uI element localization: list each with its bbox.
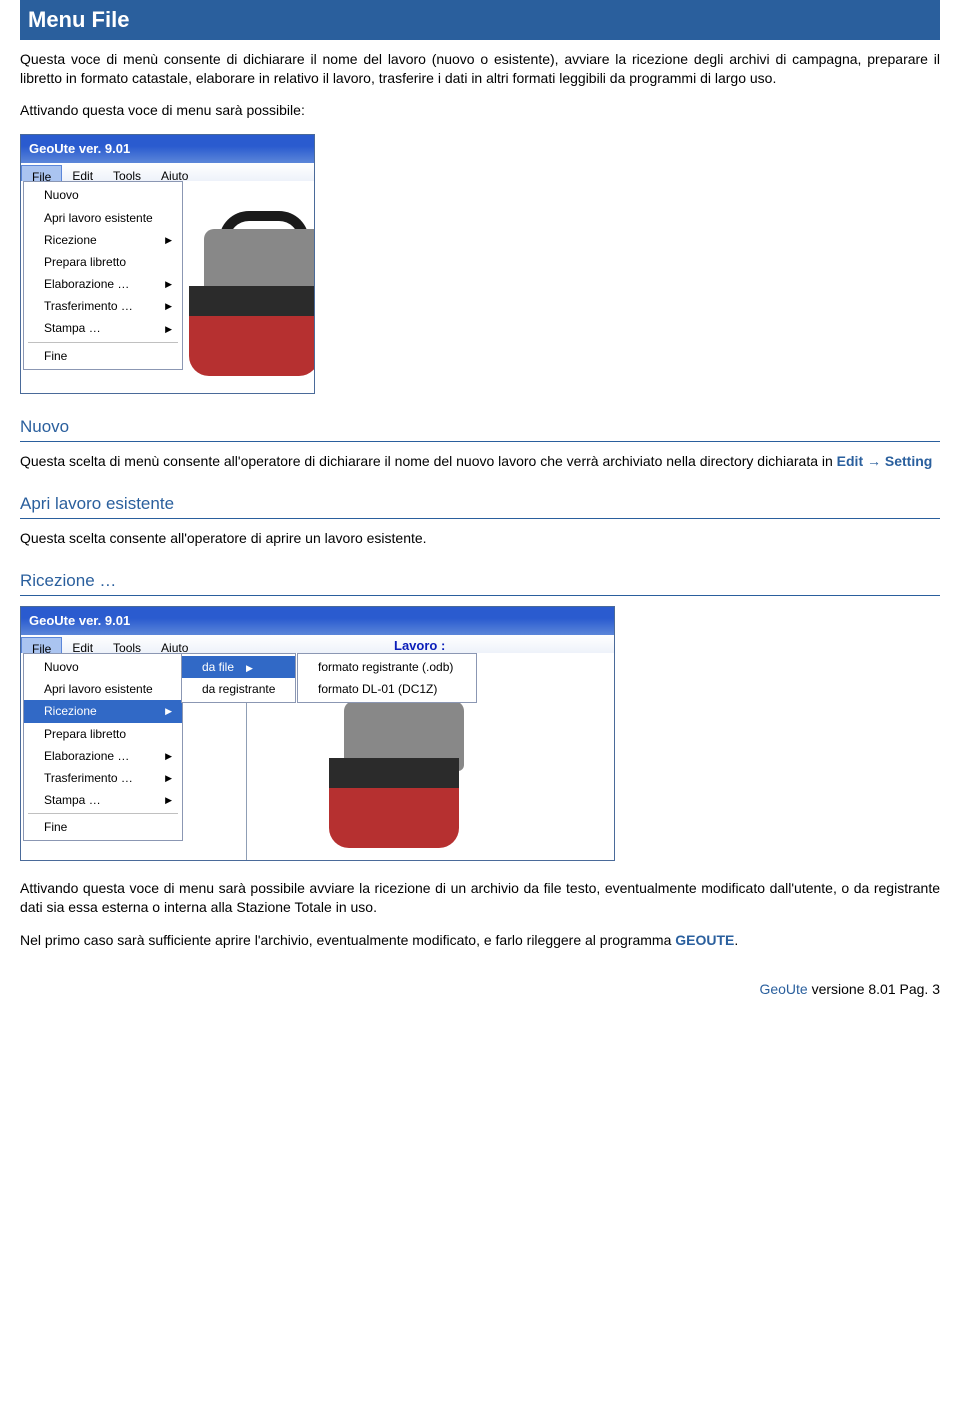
submenu-arrow-icon: ▶ [165, 705, 172, 717]
submenu-item-da-file[interactable]: da file ▶ [182, 656, 295, 678]
footer-rest: versione 8.01 Pag. 3 [808, 981, 940, 997]
submenu-item-odb[interactable]: formato registrante (.odb) [298, 656, 476, 678]
submenu-arrow-icon: ▶ [165, 794, 172, 806]
file-dropdown: Nuovo Apri lavoro esistente Ricezione ▶ P… [23, 653, 183, 842]
menu-item-apri[interactable]: Apri lavoro esistente [24, 207, 182, 229]
geoute-link: GEOUTE [675, 932, 734, 948]
ricezione-paragraph-1: Attivando questa voce di menu sarà possi… [20, 879, 940, 917]
menu-item-elaborazione-label: Elaborazione … [44, 748, 129, 764]
menu-item-stampa-label: Stampa … [44, 320, 101, 336]
submenu-arrow-icon: ▶ [246, 663, 253, 673]
menu-item-fine[interactable]: Fine [24, 816, 182, 838]
intro-paragraph-1: Questa voce di menù consente di dichiara… [20, 50, 940, 88]
footer-product: GeoUte [759, 981, 807, 997]
menu-item-trasferimento[interactable]: Trasferimento … ▶ [24, 295, 182, 317]
menu-item-ricezione[interactable]: Ricezione ▶ [24, 700, 182, 722]
submenu-ricezione: da file ▶ da registrante [181, 653, 296, 703]
ricezione-p2-post: . [734, 932, 738, 948]
menu-item-ricezione-label: Ricezione [44, 703, 97, 719]
window-titlebar: GeoUte ver. 9.01 [21, 135, 314, 163]
menu-item-fine[interactable]: Fine [24, 345, 182, 367]
instrument-image [304, 683, 464, 861]
intro-paragraph-2: Attivando questa voce di menu sarà possi… [20, 101, 940, 120]
submenu-arrow-icon: ▶ [165, 750, 172, 762]
menu-item-trasferimento-label: Trasferimento … [44, 770, 133, 786]
menu-item-elaborazione-label: Elaborazione … [44, 276, 129, 292]
submenu-arrow-icon: ▶ [165, 323, 172, 335]
submenu-arrow-icon: ▶ [165, 278, 172, 290]
submenu-arrow-icon: ▶ [165, 234, 172, 246]
window-titlebar: GeoUte ver. 9.01 [21, 607, 614, 635]
section-heading-ricezione: Ricezione … [20, 570, 940, 596]
menu-item-ricezione-label: Ricezione [44, 232, 97, 248]
menu-separator [28, 342, 178, 343]
submenu-item-dl01[interactable]: formato DL-01 (DC1Z) [298, 678, 476, 700]
edit-setting-link: Edit → Setting [837, 453, 933, 469]
menu-item-ricezione[interactable]: Ricezione ▶ [24, 229, 182, 251]
file-dropdown: Nuovo Apri lavoro esistente Ricezione ▶ P… [23, 181, 183, 370]
menu-item-stampa-label: Stampa … [44, 792, 101, 808]
menu-item-elaborazione[interactable]: Elaborazione … ▶ [24, 273, 182, 295]
submenu-item-da-file-label: da file [202, 660, 234, 674]
section-heading-nuovo: Nuovo [20, 416, 940, 442]
ricezione-p2-pre: Nel primo caso sarà sufficiente aprire l… [20, 932, 675, 948]
submenu-item-da-registrante[interactable]: da registrante [182, 678, 295, 700]
submenu-arrow-icon: ▶ [165, 772, 172, 784]
menu-item-nuovo[interactable]: Nuovo [24, 656, 182, 678]
menu-item-elaborazione[interactable]: Elaborazione … ▶ [24, 745, 182, 767]
instrument-image [164, 211, 315, 394]
menu-item-prepara[interactable]: Prepara libretto [24, 251, 182, 273]
screenshot-ricezione-submenu: GeoUte ver. 9.01 File Edit Tools Aiuto L… [20, 606, 615, 861]
menu-item-nuovo[interactable]: Nuovo [24, 184, 182, 206]
screenshot-file-menu: GeoUte ver. 9.01 File Edit Tools Aiuto N… [20, 134, 315, 394]
nuovo-text-pre: Questa scelta di menù consente all'opera… [20, 453, 837, 469]
menu-item-stampa[interactable]: Stampa … ▶ [24, 789, 182, 811]
menu-separator [28, 813, 178, 814]
page-footer: GeoUte versione 8.01 Pag. 3 [20, 980, 940, 999]
menu-item-apri[interactable]: Apri lavoro esistente [24, 678, 182, 700]
page-banner: Menu File [20, 0, 940, 40]
submenu-da-file: formato registrante (.odb) formato DL-01… [297, 653, 477, 703]
section-apri-text: Questa scelta consente all'operatore di … [20, 529, 940, 548]
ricezione-paragraph-2: Nel primo caso sarà sufficiente aprire l… [20, 931, 940, 950]
menu-item-trasferimento[interactable]: Trasferimento … ▶ [24, 767, 182, 789]
section-nuovo-text: Questa scelta di menù consente all'opera… [20, 452, 940, 471]
divider-line [246, 678, 247, 861]
section-heading-apri: Apri lavoro esistente [20, 493, 940, 519]
submenu-arrow-icon: ▶ [165, 300, 172, 312]
menu-item-prepara[interactable]: Prepara libretto [24, 723, 182, 745]
menu-item-stampa[interactable]: Stampa … ▶ [24, 317, 182, 339]
menu-item-trasferimento-label: Trasferimento … [44, 298, 133, 314]
